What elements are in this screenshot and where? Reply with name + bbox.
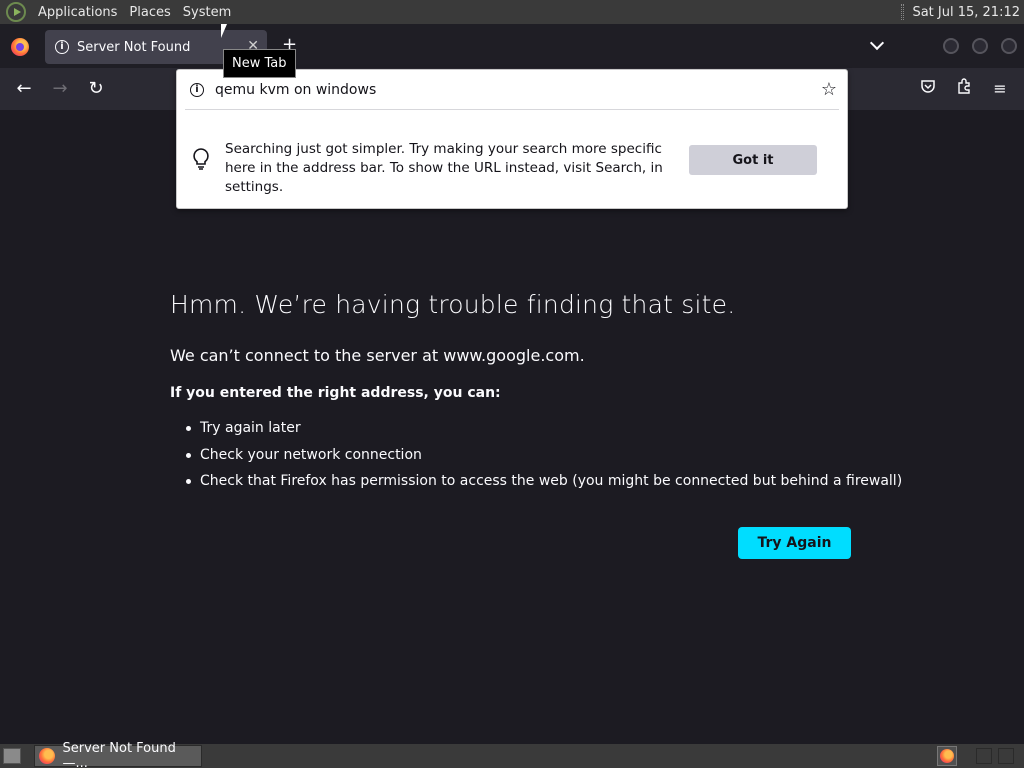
new-tab-tooltip: New Tab bbox=[223, 49, 296, 78]
extensions-icon[interactable] bbox=[953, 78, 975, 100]
url-input[interactable]: qemu kvm on windows bbox=[215, 82, 376, 98]
search-tip: Searching just got simpler. Try making y… bbox=[177, 110, 847, 210]
taskbar-item-label: Server Not Found —... bbox=[62, 741, 176, 768]
clock[interactable]: Sat Jul 15, 21:12 bbox=[901, 0, 1020, 24]
forward-icon[interactable]: → bbox=[49, 78, 71, 100]
distro-logo-icon[interactable] bbox=[6, 2, 26, 22]
error-title: Hmm. We’re having trouble finding that s… bbox=[170, 290, 736, 319]
workspace-1[interactable] bbox=[976, 748, 992, 764]
firefox-launcher-icon[interactable] bbox=[937, 746, 957, 766]
firefox-icon[interactable] bbox=[11, 38, 29, 56]
show-desktop-icon[interactable] bbox=[3, 748, 21, 764]
workspace-2[interactable] bbox=[998, 748, 1014, 764]
taskbar-item-firefox[interactable]: Server Not Found —... bbox=[34, 741, 202, 768]
list-item: Check your network connection bbox=[186, 445, 902, 472]
got-it-button[interactable]: Got it bbox=[689, 145, 817, 175]
minimize-button[interactable] bbox=[943, 38, 959, 54]
menu-system[interactable]: System bbox=[177, 5, 237, 20]
back-icon[interactable]: ← bbox=[13, 78, 35, 100]
error-subheading: If you entered the right address, you ca… bbox=[170, 385, 501, 401]
list-item: Check that Firefox has permission to acc… bbox=[186, 471, 902, 498]
try-again-button[interactable]: Try Again bbox=[738, 527, 851, 559]
mouse-cursor-icon bbox=[221, 24, 227, 38]
suggestion-list: Try again later Check your network conne… bbox=[186, 418, 902, 498]
bottom-taskbar: Server Not Found —... bbox=[0, 741, 1024, 768]
firefox-icon bbox=[39, 748, 55, 764]
menu-applications[interactable]: Applications bbox=[32, 5, 123, 20]
clock-text: Sat Jul 15, 21:12 bbox=[912, 4, 1020, 20]
window-close-button[interactable] bbox=[1001, 38, 1017, 54]
urlbar-popup: i qemu kvm on windows ☆ Searching just g… bbox=[176, 69, 848, 209]
maximize-button[interactable] bbox=[972, 38, 988, 54]
info-icon: i bbox=[55, 40, 69, 54]
menu-places[interactable]: Places bbox=[123, 5, 176, 20]
lightbulb-icon bbox=[193, 148, 209, 170]
pocket-icon[interactable] bbox=[917, 78, 939, 100]
error-description: We can’t connect to the server at www.go… bbox=[170, 346, 585, 365]
tab-strip: i Server Not Found ✕ + bbox=[0, 24, 1024, 68]
reload-icon[interactable]: ↻ bbox=[85, 78, 107, 100]
panel-grip bbox=[901, 4, 905, 20]
list-item: Try again later bbox=[186, 418, 902, 445]
hamburger-menu-icon[interactable]: ≡ bbox=[989, 78, 1011, 100]
search-tip-text: Searching just got simpler. Try making y… bbox=[225, 141, 663, 195]
site-info-icon[interactable]: i bbox=[190, 83, 204, 97]
star-icon[interactable]: ☆ bbox=[821, 79, 837, 100]
top-panel: Applications Places System Sat Jul 15, 2… bbox=[0, 0, 1024, 24]
tab-title: Server Not Found bbox=[77, 39, 191, 55]
chevron-down-icon[interactable] bbox=[870, 36, 886, 52]
